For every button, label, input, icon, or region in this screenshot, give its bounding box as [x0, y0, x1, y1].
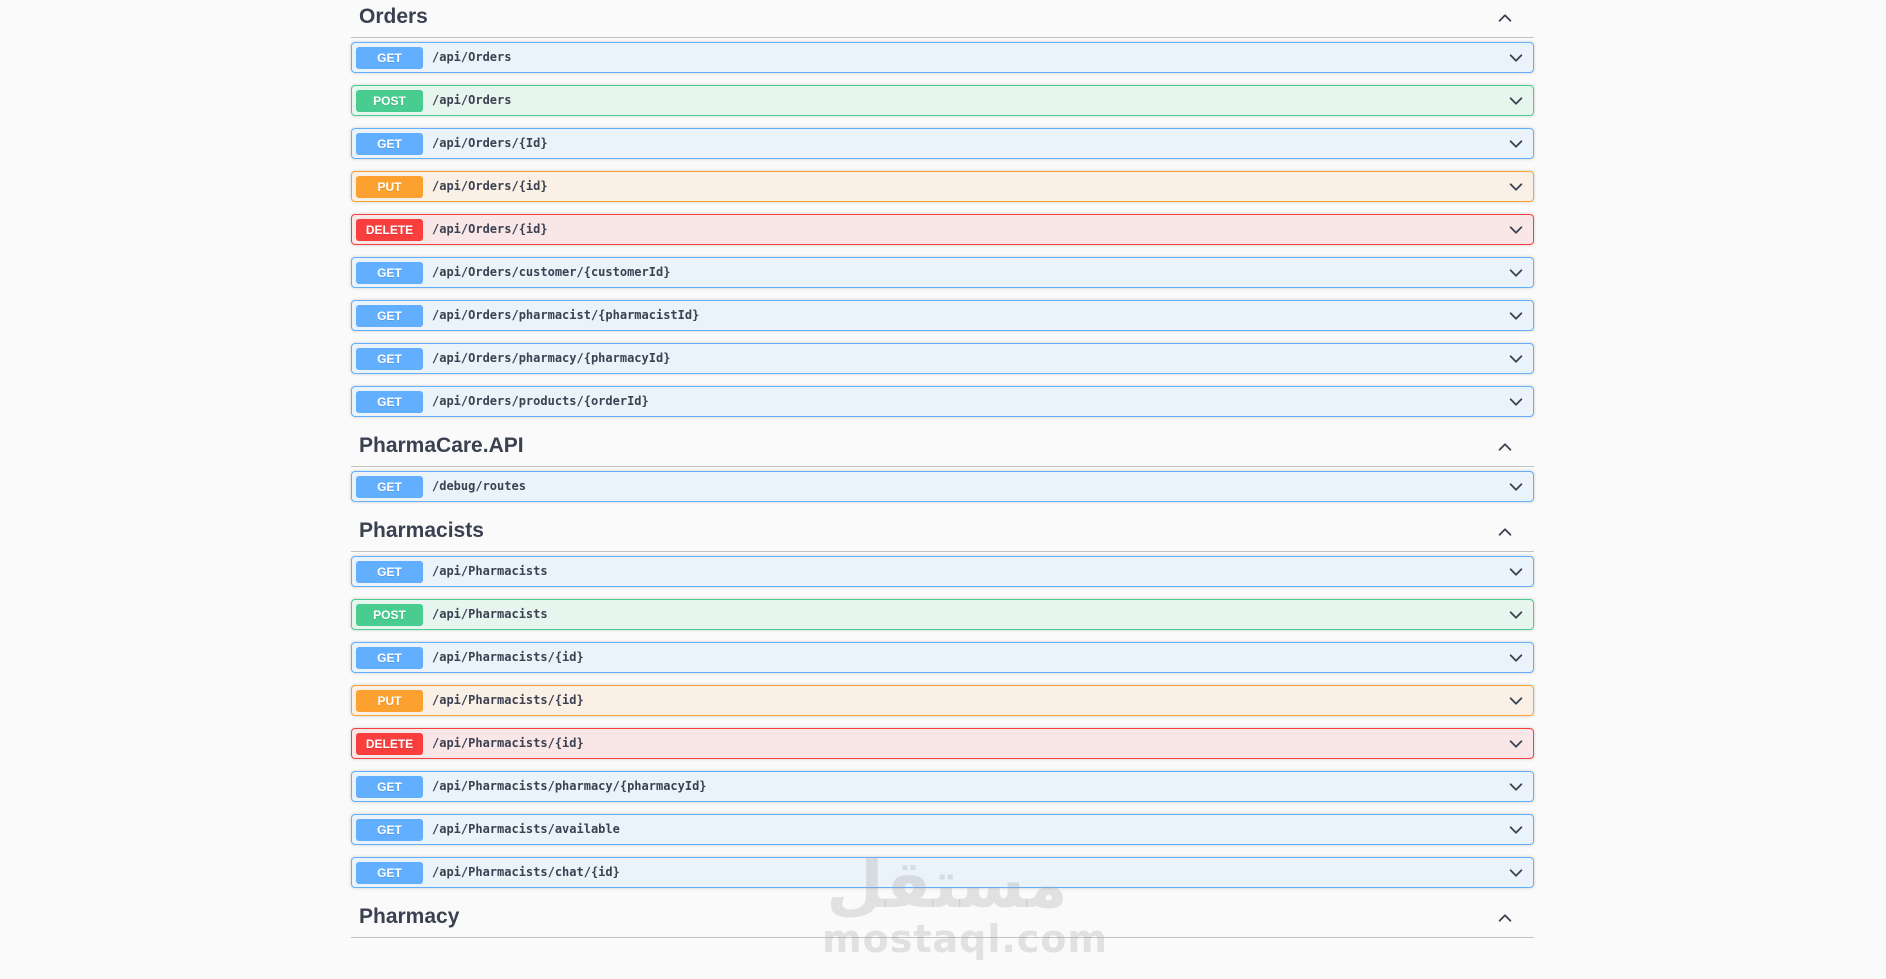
operation-path: /api/Orders/{Id} [432, 136, 548, 150]
operation-path: /debug/routes [432, 479, 526, 493]
operation-row[interactable]: GET/api/Pharmacists/chat/{id} [351, 857, 1534, 888]
method-badge: GET [356, 819, 423, 841]
method-badge: GET [356, 47, 423, 69]
method-badge: GET [356, 776, 423, 798]
chevron-down-icon[interactable] [1507, 307, 1525, 325]
section-header[interactable]: Pharmacy [351, 900, 1534, 938]
method-badge: GET [356, 862, 423, 884]
chevron-down-icon[interactable] [1507, 692, 1525, 710]
method-badge: DELETE [356, 219, 423, 241]
chevron-up-icon[interactable] [1496, 438, 1514, 456]
section-title: PharmaCare.API [359, 434, 524, 457]
operation-row[interactable]: POST/api/Pharmacists [351, 599, 1534, 630]
section-2: Pharmacists GET/api/Pharmacists POST/api/P… [351, 514, 1534, 888]
chevron-down-icon[interactable] [1507, 393, 1525, 411]
section-3: Pharmacy [351, 900, 1534, 938]
operation-row[interactable]: GET/api/Pharmacists [351, 556, 1534, 587]
operation-path: /api/Orders [432, 50, 512, 64]
method-badge: GET [356, 348, 423, 370]
swagger-ui-page: Orders GET/api/Orders POST/api/Orders GET/a… [0, 0, 1886, 979]
chevron-up-icon[interactable] [1496, 9, 1514, 27]
chevron-down-icon[interactable] [1507, 350, 1525, 368]
operation-row[interactable]: GET/api/Pharmacists/pharmacy/{pharmacyId… [351, 771, 1534, 802]
method-badge: PUT [356, 176, 423, 198]
section-title: Orders [359, 5, 428, 28]
operation-row[interactable]: GET/api/Orders/customer/{customerId} [351, 257, 1534, 288]
chevron-up-icon[interactable] [1496, 909, 1514, 927]
operation-path: /api/Pharmacists [432, 564, 548, 578]
chevron-down-icon[interactable] [1507, 92, 1525, 110]
operation-path: /api/Pharmacists [432, 607, 548, 621]
chevron-down-icon[interactable] [1507, 778, 1525, 796]
chevron-down-icon[interactable] [1507, 606, 1525, 624]
method-badge: POST [356, 90, 423, 112]
operation-row[interactable]: GET/debug/routes [351, 471, 1534, 502]
method-badge: DELETE [356, 733, 423, 755]
operation-path: /api/Orders/products/{orderId} [432, 394, 649, 408]
operation-path: /api/Pharmacists/{id} [432, 650, 584, 664]
operation-row[interactable]: DELETE/api/Pharmacists/{id} [351, 728, 1534, 759]
chevron-up-icon[interactable] [1496, 523, 1514, 541]
section-header[interactable]: Orders [351, 0, 1534, 38]
method-badge: GET [356, 305, 423, 327]
chevron-down-icon[interactable] [1507, 735, 1525, 753]
method-badge: GET [356, 391, 423, 413]
operation-row[interactable]: POST/api/Orders [351, 85, 1534, 116]
section-header[interactable]: Pharmacists [351, 514, 1534, 552]
operation-row[interactable]: GET/api/Orders [351, 42, 1534, 73]
operation-path: /api/Orders/{id} [432, 222, 548, 236]
section-title: Pharmacists [359, 519, 484, 542]
section-title: Pharmacy [359, 905, 460, 928]
section-1: PharmaCare.API GET/debug/routes [351, 429, 1534, 502]
chevron-down-icon[interactable] [1507, 821, 1525, 839]
operation-row[interactable]: GET/api/Pharmacists/available [351, 814, 1534, 845]
operation-path: /api/Pharmacists/{id} [432, 736, 584, 750]
operation-row[interactable]: GET/api/Orders/{Id} [351, 128, 1534, 159]
chevron-down-icon[interactable] [1507, 478, 1525, 496]
operation-row[interactable]: GET/api/Pharmacists/{id} [351, 642, 1534, 673]
operation-row[interactable]: GET/api/Orders/pharmacist/{pharmacistId} [351, 300, 1534, 331]
method-badge: GET [356, 561, 423, 583]
operation-path: /api/Pharmacists/chat/{id} [432, 865, 620, 879]
method-badge: POST [356, 604, 423, 626]
chevron-down-icon[interactable] [1507, 178, 1525, 196]
operation-path: /api/Pharmacists/available [432, 822, 620, 836]
operation-path: /api/Orders/{id} [432, 179, 548, 193]
operation-row[interactable]: PUT/api/Orders/{id} [351, 171, 1534, 202]
method-badge: GET [356, 262, 423, 284]
method-badge: GET [356, 133, 423, 155]
chevron-down-icon[interactable] [1507, 49, 1525, 67]
chevron-down-icon[interactable] [1507, 221, 1525, 239]
operation-path: /api/Orders [432, 93, 512, 107]
operations-container: Orders GET/api/Orders POST/api/Orders GET/a… [351, 0, 1534, 942]
operation-path: /api/Pharmacists/{id} [432, 693, 584, 707]
chevron-down-icon[interactable] [1507, 135, 1525, 153]
operation-row[interactable]: PUT/api/Pharmacists/{id} [351, 685, 1534, 716]
operation-path: /api/Orders/customer/{customerId} [432, 265, 671, 279]
operation-path: /api/Pharmacists/pharmacy/{pharmacyId} [432, 779, 707, 793]
section-0: Orders GET/api/Orders POST/api/Orders GET/a… [351, 0, 1534, 417]
operation-row[interactable]: DELETE/api/Orders/{id} [351, 214, 1534, 245]
chevron-down-icon[interactable] [1507, 864, 1525, 882]
method-badge: PUT [356, 690, 423, 712]
operation-path: /api/Orders/pharmacy/{pharmacyId} [432, 351, 671, 365]
chevron-down-icon[interactable] [1507, 563, 1525, 581]
method-badge: GET [356, 476, 423, 498]
operation-row[interactable]: GET/api/Orders/products/{orderId} [351, 386, 1534, 417]
chevron-down-icon[interactable] [1507, 264, 1525, 282]
operation-row[interactable]: GET/api/Orders/pharmacy/{pharmacyId} [351, 343, 1534, 374]
chevron-down-icon[interactable] [1507, 649, 1525, 667]
section-header[interactable]: PharmaCare.API [351, 429, 1534, 467]
method-badge: GET [356, 647, 423, 669]
operation-path: /api/Orders/pharmacist/{pharmacistId} [432, 308, 700, 322]
